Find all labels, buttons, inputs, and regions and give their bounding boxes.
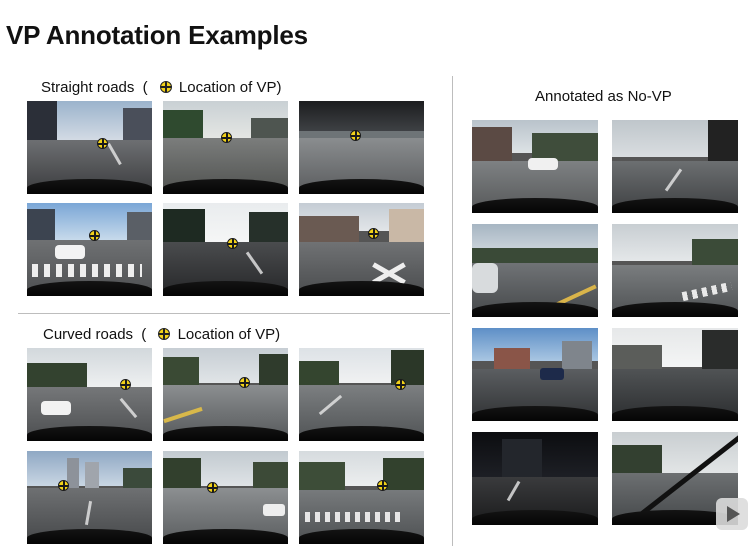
vp-marker-icon [120,379,131,390]
straight-road-image-2 [163,101,288,194]
vp-marker-icon [377,480,388,491]
vp-marker-icon [89,230,100,241]
vp-marker-icon [221,132,232,143]
vp-marker-icon [227,238,238,249]
curved-roads-heading: Curved roads ( Location of VP) [43,326,280,343]
vp-marker-icon [350,130,361,141]
no-vp-image-2 [612,120,738,213]
play-icon [727,506,740,522]
page-title: VP Annotation Examples [6,20,308,50]
vp-marker-icon [368,228,379,239]
curved-road-image-1 [27,348,152,441]
play-button[interactable] [716,498,748,530]
no-vp-image-6 [612,328,738,421]
straight-roads-label: Straight roads [41,79,135,96]
straight-road-image-3 [299,101,424,194]
curved-road-image-5 [163,451,288,544]
straight-roads-legend: Location of VP) [178,79,282,96]
straight-road-image-4 [27,203,152,296]
vp-marker-icon [239,377,250,388]
curved-road-image-4 [27,451,152,544]
no-vp-image-3 [472,224,598,317]
curved-roads-label: Curved roads [43,326,134,343]
straight-roads-heading: Straight roads ( Location of VP) [41,79,281,96]
curved-roads-paren: ( [141,326,147,343]
crosshair-circle-icon [158,328,171,340]
straight-roads-paren: ( [142,79,148,96]
crosshair-circle-icon [159,81,172,93]
vp-marker-icon [97,138,108,149]
section-divider-horizontal [18,313,450,314]
section-divider-vertical [452,76,453,546]
straight-road-image-5 [163,203,288,296]
no-vp-image-5 [472,328,598,421]
vp-marker-icon [58,480,69,491]
curved-road-image-3 [299,348,424,441]
no-vp-image-1 [472,120,598,213]
no-vp-image-4 [612,224,738,317]
curved-road-image-6 [299,451,424,544]
vp-marker-icon [207,482,218,493]
curved-road-image-2 [163,348,288,441]
vp-marker-icon [395,379,406,390]
straight-road-image-6 [299,203,424,296]
no-vp-heading: Annotated as No-VP [535,88,672,105]
no-vp-image-7 [472,432,598,525]
curved-roads-legend: Location of VP) [177,326,281,343]
straight-road-image-1 [27,101,152,194]
